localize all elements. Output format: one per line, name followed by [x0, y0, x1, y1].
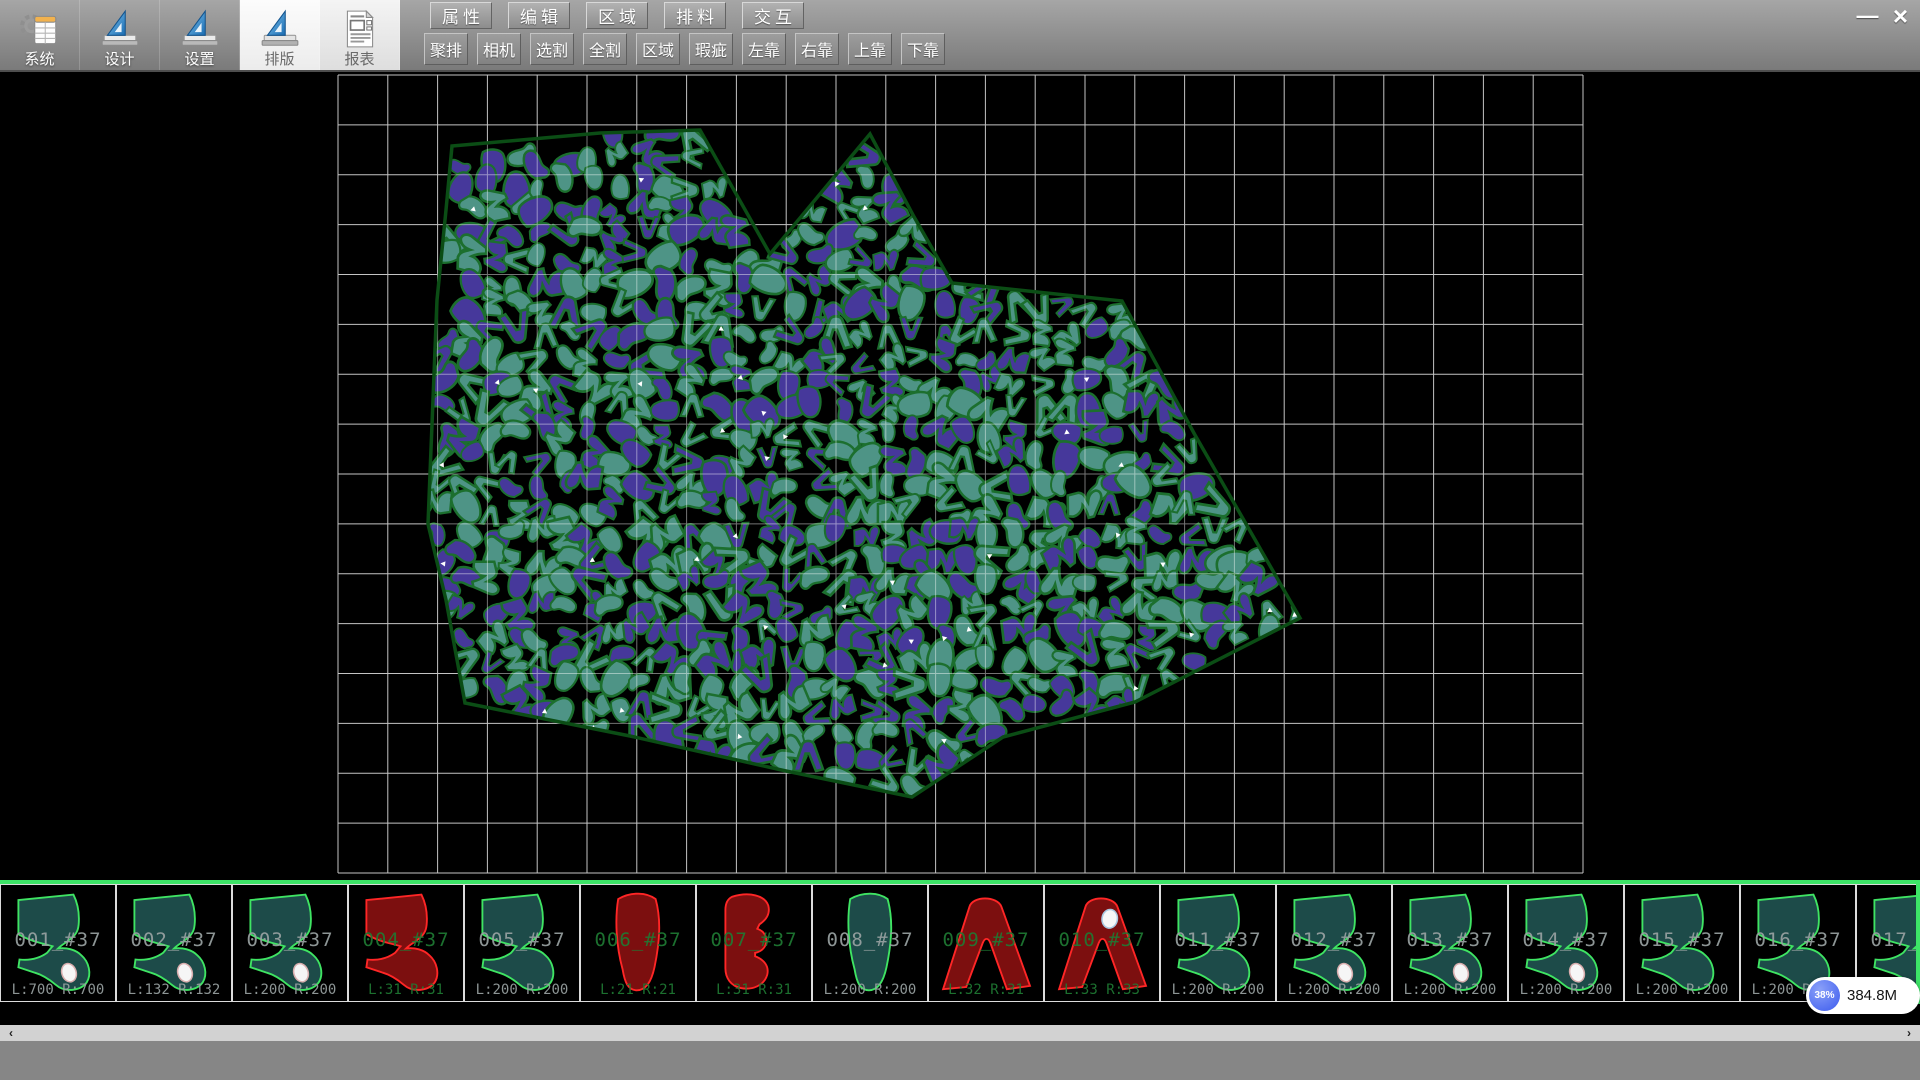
- thumbnail-cell[interactable]: 006_#37 L:21 R:21: [580, 884, 696, 1002]
- thumbnail-cell[interactable]: 010_#37 L:33 R:33: [1044, 884, 1160, 1002]
- piece-lr-count: L:31 R:31: [697, 982, 811, 998]
- piece-lr-count: L:200 R:200: [1393, 982, 1507, 998]
- piece-lr-count: L:200 R:200: [1625, 982, 1739, 998]
- tool-align-right[interactable]: 右靠: [795, 33, 839, 65]
- piece-id: 006_#37: [581, 929, 695, 951]
- piece-id: 013_#37: [1393, 929, 1507, 951]
- memory-value: 384.8M: [1847, 987, 1897, 1004]
- design-button[interactable]: 设计: [80, 0, 160, 70]
- main-toolbar: 系统 设计 设置 排版: [0, 0, 1920, 72]
- scroll-right-arrow[interactable]: ›: [1898, 1026, 1920, 1040]
- piece-id: 016_#37: [1741, 929, 1855, 951]
- thumbnail-cell[interactable]: 008_#37 L:200 R:200: [812, 884, 928, 1002]
- piece-id: 015_#37: [1625, 929, 1739, 951]
- tool-cut-all[interactable]: 全割: [583, 33, 627, 65]
- piece-lr-count: L:21 R:21: [581, 982, 695, 998]
- menu-interact[interactable]: 交互: [742, 2, 804, 29]
- set-square-icon: [99, 7, 141, 51]
- menu-region[interactable]: 区域: [586, 2, 648, 29]
- thumbnail-cell[interactable]: 009_#37 L:32 R:31: [928, 884, 1044, 1002]
- piece-id: 002_#37: [117, 929, 231, 951]
- piece-id: 009_#37: [929, 929, 1043, 951]
- piece-id: 007_#37: [697, 929, 811, 951]
- piece-lr-count: L:200 R:200: [233, 982, 347, 998]
- piece-lr-count: L:132 R:132: [117, 982, 231, 998]
- piece-id: 011_#37: [1161, 929, 1275, 951]
- design-button-label: 设计: [104, 51, 134, 69]
- percent-indicator: 38%: [1809, 980, 1840, 1011]
- thumbnail-cell[interactable]: 002_#37 L:132 R:132: [116, 884, 232, 1002]
- tool-region[interactable]: 区域: [636, 33, 680, 65]
- set-square-icon: [179, 7, 221, 51]
- nesting-button[interactable]: 排版: [240, 0, 320, 70]
- thumbnail-cell[interactable]: 001_#37 L:700 R:700: [0, 884, 116, 1002]
- tool-select-cut[interactable]: 选割: [530, 33, 574, 65]
- minimize-button[interactable]: —: [1852, 2, 1883, 30]
- report-document-icon: [339, 7, 381, 51]
- scroll-left-arrow[interactable]: ‹: [0, 1026, 22, 1040]
- thumbnail-cell[interactable]: 005_#37 L:200 R:200: [464, 884, 580, 1002]
- tool-align-bottom[interactable]: 下靠: [901, 33, 945, 65]
- report-button-label: 报表: [344, 51, 374, 69]
- piece-lr-count: L:200 R:200: [1509, 982, 1623, 998]
- piece-lr-count: L:200 R:200: [813, 982, 927, 998]
- thumbnail-cell[interactable]: 004_#37 L:31 R:31: [348, 884, 464, 1002]
- piece-id: 008_#37: [813, 929, 927, 951]
- piece-id: 017_#37: [1857, 929, 1920, 951]
- thumbnail-cell[interactable]: 003_#37 L:200 R:200: [232, 884, 348, 1002]
- bottom-status-bar: [0, 1041, 1920, 1080]
- piece-lr-count: L:31 R:31: [349, 982, 463, 998]
- report-button[interactable]: 报表: [320, 0, 400, 70]
- set-square-icon: [259, 7, 301, 51]
- piece-id: 001_#37: [1, 929, 115, 951]
- piece-id: 014_#37: [1509, 929, 1623, 951]
- nesting-canvas[interactable]: [0, 72, 1920, 880]
- nesting-button-label: 排版: [264, 51, 294, 69]
- tool-cluster-nest[interactable]: 聚排: [424, 33, 468, 65]
- piece-lr-count: L:700 R:700: [1, 982, 115, 998]
- system-button-label: 系统: [24, 51, 54, 69]
- thumbnail-cell[interactable]: 012_#37 L:200 R:200: [1276, 884, 1392, 1002]
- settings-button[interactable]: 设置: [160, 0, 240, 70]
- piece-id: 004_#37: [349, 929, 463, 951]
- thumbnail-cell[interactable]: 015_#37 L:200 R:200: [1624, 884, 1740, 1002]
- settings-button-label: 设置: [184, 51, 214, 69]
- piece-lr-count: L:32 R:31: [929, 982, 1043, 998]
- horizontal-scrollbar[interactable]: ‹ ›: [0, 1025, 1920, 1041]
- system-button[interactable]: 系统: [0, 0, 80, 70]
- memory-badge[interactable]: 38% 384.8M: [1806, 977, 1920, 1014]
- piece-id: 012_#37: [1277, 929, 1391, 951]
- tool-align-left[interactable]: 左靠: [742, 33, 786, 65]
- tool-align-top[interactable]: 上靠: [848, 33, 892, 65]
- piece-lr-count: L:33 R:33: [1045, 982, 1159, 998]
- thumbnail-cell[interactable]: 013_#37 L:200 R:200: [1392, 884, 1508, 1002]
- piece-lr-count: L:200 R:200: [465, 982, 579, 998]
- piece-lr-count: L:200 R:200: [1161, 982, 1275, 998]
- gear-table-icon: [19, 7, 61, 51]
- menu-edit[interactable]: 编辑: [508, 2, 570, 29]
- piece-id: 003_#37: [233, 929, 347, 951]
- menu-nesting[interactable]: 排料: [664, 2, 726, 29]
- thumbnail-cell[interactable]: 011_#37 L:200 R:200: [1160, 884, 1276, 1002]
- thumbnail-cell[interactable]: 007_#37 L:31 R:31: [696, 884, 812, 1002]
- menu-properties[interactable]: 属性: [430, 2, 492, 29]
- piece-lr-count: L:200 R:200: [1277, 982, 1391, 998]
- tool-defect[interactable]: 瑕疵: [689, 33, 733, 65]
- tool-camera[interactable]: 相机: [477, 33, 521, 65]
- close-button[interactable]: ×: [1885, 2, 1916, 30]
- piece-id: 010_#37: [1045, 929, 1159, 951]
- thumbnail-strip[interactable]: 001_#37 L:700 R:700 002_#37 L:132 R:132 …: [0, 884, 1920, 1004]
- piece-id: 005_#37: [465, 929, 579, 951]
- thumbnail-cell[interactable]: 014_#37 L:200 R:200: [1508, 884, 1624, 1002]
